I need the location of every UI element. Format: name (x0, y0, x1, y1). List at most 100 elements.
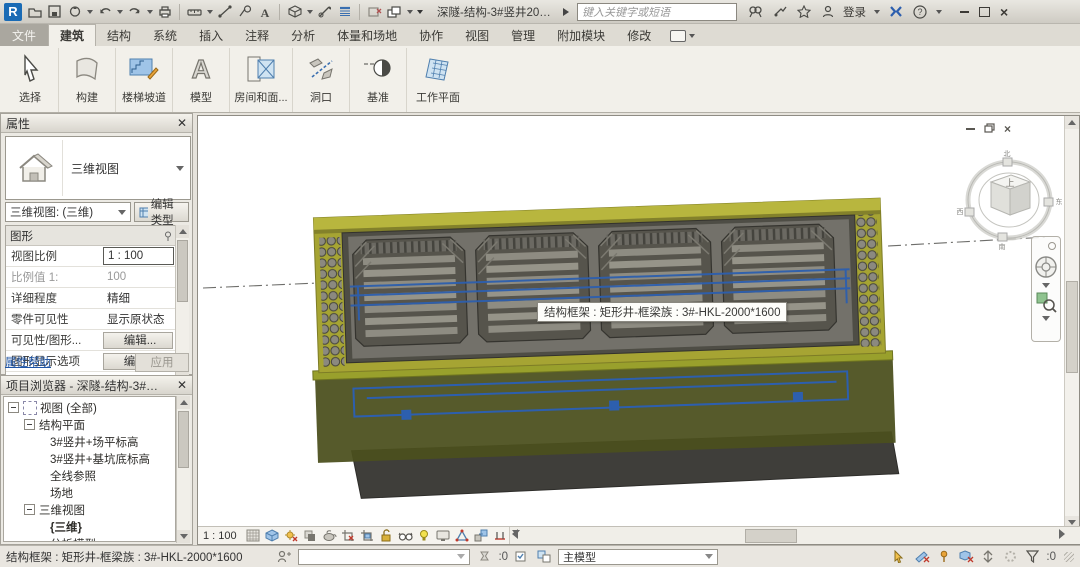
drawing-area[interactable]: 北 东 南 西 上 × (197, 115, 1080, 545)
tree-item-analytical-model[interactable]: 分析模型 (4, 535, 175, 542)
default-3d-view-icon[interactable] (286, 3, 303, 20)
user-icon[interactable] (819, 3, 836, 20)
section-graphics[interactable]: 图形 (6, 226, 176, 246)
maximize-icon[interactable] (979, 7, 990, 17)
infocenter-search-input[interactable]: 键入关键字或短语 (577, 3, 737, 21)
view-scale-input[interactable]: 1 : 100 (103, 247, 174, 265)
collapse-icon[interactable] (8, 402, 19, 413)
thin-lines-icon[interactable] (336, 3, 353, 20)
scroll-thumb[interactable] (1066, 281, 1078, 373)
detail-level-field[interactable]: 精细 (103, 290, 176, 306)
section-icon[interactable] (316, 3, 333, 20)
reveal-hidden-elements-icon[interactable] (416, 528, 433, 543)
compass-west-tick[interactable] (965, 208, 974, 216)
unlocked-3d-view-icon[interactable] (378, 528, 395, 543)
tree-item-3d-views[interactable]: 三维视图 (4, 501, 175, 518)
filter-icon[interactable] (1024, 549, 1040, 565)
compass-east-tick[interactable] (1044, 198, 1053, 206)
type-selector[interactable]: 三维视图 (5, 136, 191, 200)
design-options-combo[interactable]: 主模型 (558, 549, 718, 565)
scroll-left-icon[interactable] (512, 529, 518, 539)
background-processes-icon[interactable] (1002, 549, 1018, 565)
switch-windows-dropdown-icon[interactable] (407, 10, 413, 14)
aligned-dimension-icon[interactable] (216, 3, 233, 20)
tab-annotate[interactable]: 注释 (234, 25, 280, 46)
view-instance-combo[interactable]: 三维视图: (三维) (5, 202, 131, 222)
signin-label[interactable]: 登录 (843, 4, 866, 20)
horizontal-scrollbar[interactable] (509, 527, 1080, 544)
title-expand-icon[interactable] (563, 8, 569, 16)
favorites-star-icon[interactable] (795, 3, 812, 20)
edit-type-button[interactable]: 编辑类型 (134, 202, 189, 222)
redo-icon[interactable] (126, 3, 143, 20)
design-options-icon[interactable] (536, 549, 552, 565)
view-minimize-icon[interactable] (966, 128, 975, 130)
render-dialog-icon[interactable] (321, 528, 338, 543)
collapse-icon[interactable] (24, 419, 35, 430)
view-restore-icon[interactable] (984, 122, 995, 136)
project-browser-header[interactable]: 项目浏览器 - 深隧-结构-3#竖井20180... ✕ (1, 376, 192, 395)
tab-manage[interactable]: 管理 (500, 25, 546, 46)
select-underlay-toggle-icon[interactable] (914, 549, 930, 565)
scroll-up-icon[interactable] (177, 396, 190, 409)
visibility-graphics-edit-button[interactable]: 编辑... (103, 332, 173, 349)
temporary-view-properties-icon[interactable] (435, 528, 452, 543)
collapse-icon[interactable] (24, 504, 35, 515)
project-browser-close-icon[interactable]: ✕ (177, 378, 187, 392)
compass-north-tick[interactable] (1003, 158, 1012, 166)
shadows-icon[interactable] (302, 528, 319, 543)
vertical-scrollbar[interactable] (1064, 116, 1079, 529)
file-tab[interactable]: 文件 (0, 24, 48, 46)
panel-build[interactable]: 构建 (59, 48, 116, 112)
revit-logo[interactable]: R (4, 3, 22, 21)
select-links-toggle-icon[interactable] (892, 549, 908, 565)
panel-opening[interactable]: 洞口 (293, 48, 350, 112)
scale-button[interactable]: 1 : 100 (203, 530, 237, 542)
tab-collaborate[interactable]: 协作 (408, 25, 454, 46)
drag-on-selection-toggle-icon[interactable] (980, 549, 996, 565)
signin-dropdown-icon[interactable] (874, 10, 880, 14)
tree-item-plan-4[interactable]: 场地 (4, 484, 175, 501)
tab-modify[interactable]: 修改 (616, 25, 662, 46)
type-selector-dropdown-icon[interactable] (176, 166, 184, 171)
search-icon[interactable] (747, 3, 764, 20)
scroll-thumb[interactable] (745, 529, 797, 543)
crop-view-icon[interactable] (340, 528, 357, 543)
panel-workplane[interactable]: 工作平面 (407, 48, 469, 112)
sun-path-icon[interactable] (283, 528, 300, 543)
measure-icon[interactable] (186, 3, 203, 20)
panel-model[interactable]: A 模型 (173, 48, 230, 112)
switch-windows-icon[interactable] (386, 3, 403, 20)
pin-icon[interactable] (163, 231, 173, 241)
zoom-dropdown-icon[interactable] (1042, 316, 1050, 321)
default-3d-view-dropdown-icon[interactable] (307, 10, 313, 14)
save-icon[interactable] (46, 3, 63, 20)
panel-stairs-ramp[interactable]: 楼梯坡道 (116, 48, 173, 112)
tree-item-plan-1[interactable]: 3#竖井+场平标高 (4, 433, 175, 450)
apply-button[interactable]: 应用 (135, 353, 189, 372)
close-icon[interactable]: × (1000, 5, 1008, 19)
close-hidden-windows-icon[interactable] (366, 3, 383, 20)
minimize-icon[interactable] (960, 11, 969, 13)
steering-wheel-icon[interactable] (1034, 254, 1058, 280)
compass-south-tick[interactable] (998, 233, 1007, 241)
scroll-thumb[interactable] (178, 411, 189, 468)
show-crop-region-icon[interactable] (359, 528, 376, 543)
tree-item-views-root[interactable]: 视图 (全部) (4, 399, 175, 416)
sync-icon[interactable] (66, 3, 83, 20)
tree-item-plan-2[interactable]: 3#竖井+基坑底标高 (4, 450, 175, 467)
tab-addins[interactable]: 附加模块 (546, 25, 616, 46)
panel-room-area[interactable]: 房间和面... (230, 48, 293, 112)
properties-close-icon[interactable]: ✕ (177, 116, 187, 130)
parts-visibility-field[interactable]: 显示原状态 (103, 311, 176, 327)
panel-select[interactable]: 选择 (2, 48, 59, 112)
exchange-apps-icon[interactable] (887, 3, 904, 20)
communication-center-icon[interactable] (771, 3, 788, 20)
view-close-icon[interactable]: × (1004, 123, 1011, 135)
tab-view[interactable]: 视图 (454, 25, 500, 46)
tag-icon[interactable] (236, 3, 253, 20)
select-by-face-toggle-icon[interactable] (958, 549, 974, 565)
model-3d-view[interactable]: 北 东 南 西 上 (198, 116, 1067, 529)
browser-scrollbar[interactable] (176, 396, 190, 543)
shaft-model[interactable] (307, 198, 898, 500)
